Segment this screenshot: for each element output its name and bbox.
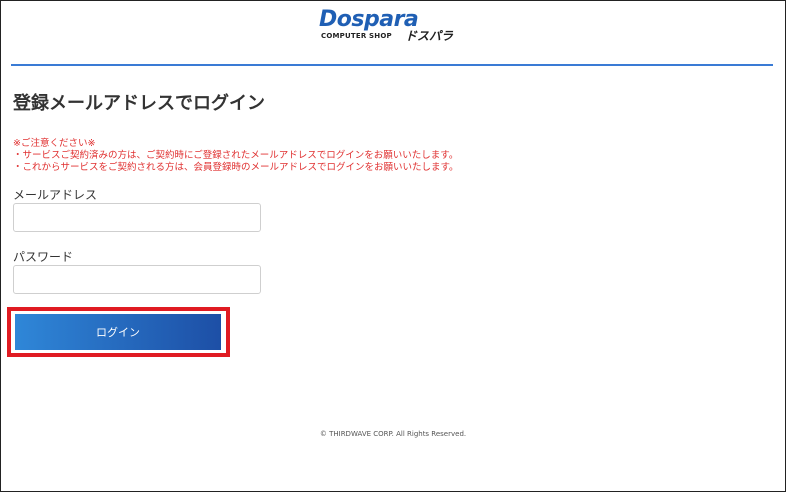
password-field[interactable] bbox=[13, 265, 261, 294]
logo-kana: ドスパラ bbox=[405, 29, 454, 43]
email-field[interactable] bbox=[13, 203, 261, 232]
footer-copyright: © THIRDWAVE CORP. All Rights Reserved. bbox=[319, 430, 467, 438]
notice-line: ・これからサービスをご契約される方は、会員登録時のメールアドレスでログインをお願… bbox=[13, 162, 459, 173]
logo-wordmark: Dospara bbox=[319, 7, 419, 32]
page-title: 登録メールアドレスでログイン bbox=[13, 93, 265, 114]
header-divider bbox=[11, 64, 773, 66]
notice-heading: ※ご注意ください※ bbox=[13, 138, 96, 149]
page-frame: Dospara COMPUTER SHOP ドスパラ 登録メールアドレスでログイ… bbox=[0, 0, 786, 492]
dospara-logo[interactable]: Dospara COMPUTER SHOP ドスパラ bbox=[319, 9, 469, 43]
login-button[interactable]: ログイン bbox=[15, 314, 221, 350]
email-label: メールアドレス bbox=[13, 188, 98, 202]
password-label: パスワード bbox=[13, 250, 74, 264]
notice-line: ・サービスご契約済みの方は、ご契約時にご登録されたメールアドレスでログインをお願… bbox=[13, 150, 459, 161]
notice-block: ※ご注意ください※ ・サービスご契約済みの方は、ご契約時にご登録されたメールアド… bbox=[13, 138, 459, 174]
logo-tagline: COMPUTER SHOP bbox=[321, 32, 392, 40]
